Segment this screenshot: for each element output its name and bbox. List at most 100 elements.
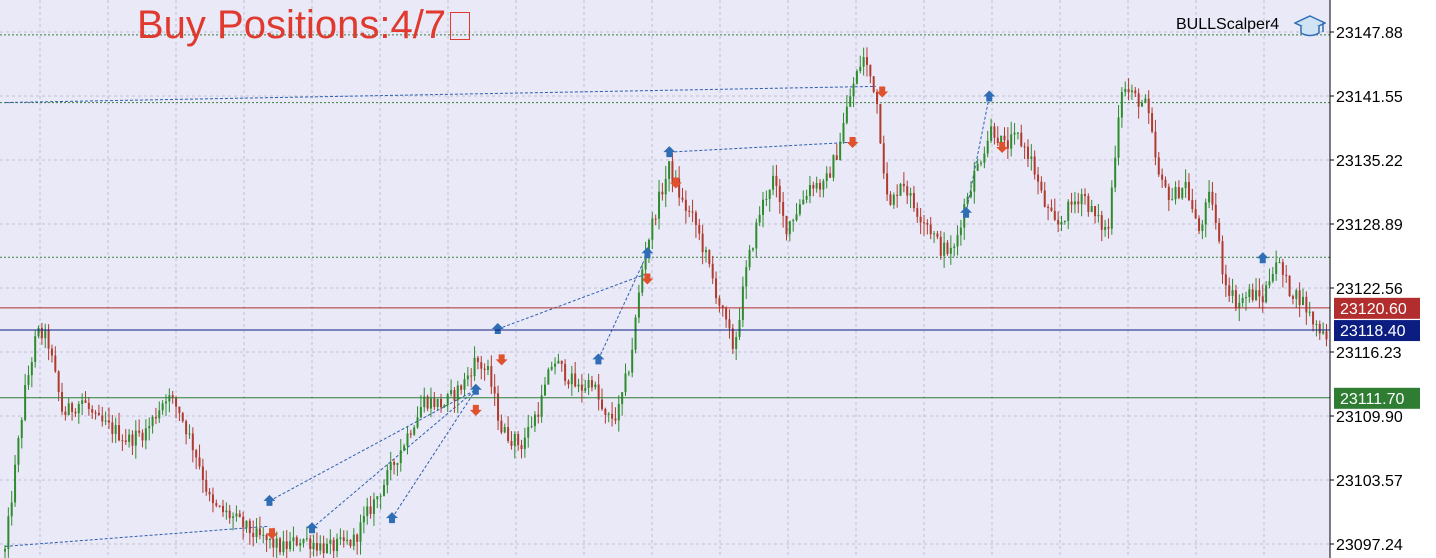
bull-candle <box>825 173 828 181</box>
bear-candle <box>279 538 282 553</box>
bull-candle <box>959 227 962 236</box>
bear-candle <box>879 104 882 144</box>
bull-candle <box>128 434 131 442</box>
bear-candle <box>141 432 144 441</box>
price-axis[interactable]: 23147.88 23141.55 23135.22 23128.89 23122.56… <box>1330 25 1403 554</box>
bear-candle <box>906 186 909 196</box>
bull-candle <box>1097 215 1100 217</box>
bull-candle <box>550 366 553 370</box>
bull-candle <box>1060 221 1063 225</box>
bear-candle <box>1023 146 1026 148</box>
bull-candle <box>446 394 449 406</box>
bear-candle <box>946 242 949 254</box>
plot-background <box>0 0 1330 558</box>
bull-candle <box>372 499 375 515</box>
bull-candle <box>587 380 590 388</box>
bull-candle <box>741 286 744 320</box>
bull-candle <box>463 379 466 390</box>
bull-candle <box>540 395 543 417</box>
price-tick-label: 23097.24 <box>1336 537 1403 554</box>
bear-candle <box>604 408 607 415</box>
bull-candle <box>815 183 818 189</box>
bull-candle <box>255 528 258 538</box>
bear-candle <box>440 398 443 408</box>
bear-candle <box>611 413 614 419</box>
bear-candle <box>87 402 90 410</box>
graduation-cap-icon[interactable] <box>1294 14 1326 40</box>
bull-candle <box>245 520 248 528</box>
bear-candle <box>597 384 600 400</box>
bear-candle <box>876 91 879 105</box>
bull-candle <box>547 369 550 385</box>
bear-candle <box>433 398 436 408</box>
bull-candle <box>758 214 761 223</box>
bear-candle <box>1161 174 1164 180</box>
bear-candle <box>574 373 577 387</box>
bull-candle <box>1124 88 1127 93</box>
bull-candle <box>748 249 751 268</box>
bear-candle <box>996 137 999 144</box>
bear-candle <box>916 208 919 217</box>
bull-candle <box>34 336 37 362</box>
bear-candle <box>124 440 127 442</box>
bear-candle <box>476 357 479 363</box>
bear-candle <box>886 173 889 195</box>
bear-candle <box>1077 201 1080 205</box>
price-tick-label: 23122.56 <box>1336 281 1403 298</box>
bear-candle <box>393 462 396 465</box>
bull-candle <box>403 445 406 451</box>
bear-candle <box>1033 156 1036 175</box>
bear-candle <box>1050 207 1053 211</box>
bull-candle <box>641 269 644 293</box>
bull-candle <box>396 463 399 465</box>
bull-candle <box>1067 201 1070 221</box>
bear-candle <box>1211 191 1214 205</box>
bear-candle <box>154 416 157 419</box>
bull-candle <box>664 178 667 195</box>
bull-candle <box>282 541 285 553</box>
bear-candle <box>698 224 701 234</box>
bull-candle <box>795 214 798 221</box>
bear-candle <box>889 194 892 205</box>
bear-candle <box>1100 215 1103 230</box>
bear-candle <box>47 329 50 349</box>
bear-candle <box>567 381 570 385</box>
bear-candle <box>1288 275 1291 297</box>
bull-candle <box>1000 135 1003 144</box>
bear-candle <box>315 543 318 551</box>
bull-candle <box>1117 117 1120 158</box>
bear-candle <box>285 541 288 550</box>
bear-candle <box>691 211 694 213</box>
bull-candle <box>302 539 305 544</box>
price-tick-label: 23109.90 <box>1336 409 1403 426</box>
bull-candle <box>617 404 620 421</box>
bull-candle <box>416 417 419 428</box>
bull-candle <box>289 541 292 550</box>
bull-candle <box>1144 98 1147 103</box>
bull-candle <box>1241 298 1244 303</box>
bear-candle <box>688 210 691 212</box>
bear-candle <box>936 233 939 237</box>
bear-candle <box>1020 132 1023 147</box>
bull-candle <box>1315 323 1318 325</box>
bear-candle <box>1214 204 1217 223</box>
bull-candle <box>312 543 315 550</box>
bear-candle <box>1221 241 1224 275</box>
bull-candle <box>892 194 895 205</box>
bull-candle <box>735 337 738 349</box>
bull-candle <box>637 292 640 318</box>
bull-candle <box>77 403 80 414</box>
price-chart[interactable]: 23120.60 23118.40 23111.70 23147.88 23141.5… <box>0 0 1436 558</box>
bear-candle <box>1083 194 1086 196</box>
bull-candle <box>436 398 439 408</box>
bull-candle <box>292 537 295 542</box>
bear-candle <box>64 411 67 416</box>
bear-candle <box>171 395 174 398</box>
bull-candle <box>346 539 349 541</box>
bear-candle <box>564 363 567 382</box>
bull-candle <box>627 372 630 374</box>
bull-candle <box>268 538 271 541</box>
bear-candle <box>111 422 114 434</box>
bull-candle <box>1013 132 1016 135</box>
bull-candle <box>986 140 989 154</box>
